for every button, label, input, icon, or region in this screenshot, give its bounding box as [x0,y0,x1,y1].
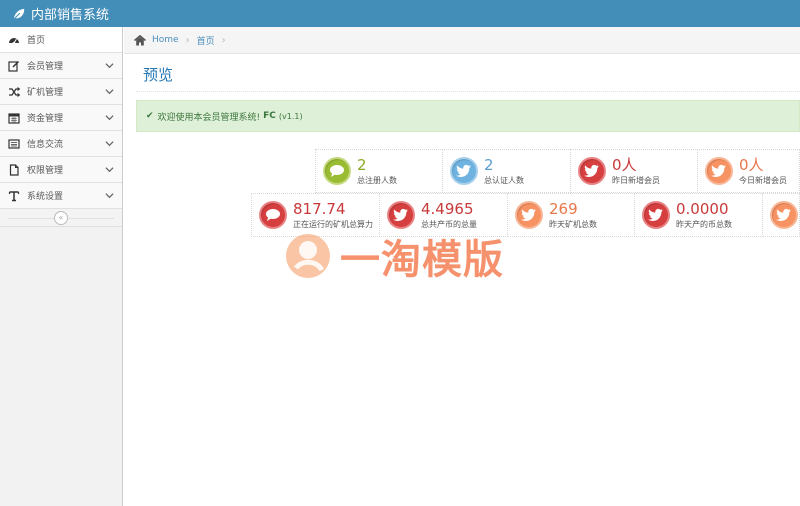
twitter-icon [387,201,415,229]
stat-value: 0人 [739,155,764,174]
chevron-down-icon [105,63,114,69]
list-icon [8,138,20,150]
sidebar-item-settings[interactable]: 系统设置 [0,183,122,209]
sidebar-item-messages[interactable]: 信息交流 [0,131,122,157]
file-icon [8,163,20,176]
comments-icon [259,201,287,229]
twitter-icon [450,157,478,185]
stat-value: 817.74 [293,199,346,218]
check-icon: ✔ [146,111,154,121]
comments-icon [323,157,351,185]
sidebar-item-label: 会员管理 [27,62,64,72]
stat-caption: 昨天矿机总数 [549,219,597,229]
app-title: 内部销售系统 [31,8,110,23]
stat-box: 0.0000 昨天产的币总数 [634,193,763,237]
stat-value: 269 [549,199,578,218]
sidebar-item-label: 系统设置 [27,192,64,202]
sidebar-item-miners[interactable]: 矿机管理 [0,79,122,105]
twitter-icon [578,157,606,185]
twitter-icon [705,157,733,185]
stat-value: 4.4965 [421,199,474,218]
top-navbar: 内部销售系统 [0,0,800,27]
sidebar-item-members[interactable]: 会员管理 [0,53,122,79]
watermark-text: 一淘模版 [340,237,504,283]
chevron-right-icon: › [185,34,190,46]
stat-caption: 总注册人数 [357,175,397,185]
sidebar-item-label: 信息交流 [27,140,64,150]
text-icon [8,190,20,202]
sidebar-collapse-bar: « [0,209,122,227]
twitter-icon [515,201,543,229]
sidebar-item-home[interactable]: 首页 [0,27,122,53]
breadcrumb: Home › 首页 › [124,27,800,54]
stat-value: 2 [357,155,367,174]
stat-caption: 昨日新增会员 [612,175,660,185]
welcome-alert: ✔ 欢迎使用本会员管理系统! FC (v1.1) [136,100,800,132]
stat-value: 2 [484,155,494,174]
stat-caption: 总认证人数 [484,175,524,185]
twitter-icon [770,201,798,229]
calendar-icon [8,112,20,124]
stat-box: 0人 今日新增会员 [697,149,800,193]
chevron-down-icon [105,89,114,95]
leaf-icon [13,8,25,20]
chevron-down-icon [105,193,114,199]
twitter-icon [642,201,670,229]
chevron-down-icon [105,167,114,173]
collapse-icon[interactable]: « [54,210,68,225]
shuffle-icon [8,86,20,98]
sidebar-item-label: 权限管理 [27,166,64,176]
sidebar-item-label: 资金管理 [27,114,64,124]
stat-box: 0人 昨日新增会员 [570,149,698,193]
watermark-logo-icon [286,234,330,278]
alert-version: (v1.1) [278,111,303,121]
stat-box: 2 总注册人数 [315,149,443,193]
sidebar-item-funds[interactable]: 资金管理 [0,105,122,131]
stat-caption: 今日新增会员 [739,175,787,185]
edit-icon [8,60,20,72]
dashboard-icon [8,34,20,46]
chevron-down-icon [105,141,114,147]
page-header: 预览 [136,58,800,92]
home-icon [134,34,146,45]
breadcrumb-current[interactable]: 首页 [197,34,215,47]
page-title: 预览 [143,66,174,84]
sidebar: 首页 会员管理 矿机管理 资金管理 信息交流 权限管理 系统设置 « [0,27,123,506]
stat-caption: 昨天产的币总数 [676,219,732,229]
stat-box: 2 总认证人数 [442,149,571,193]
stat-box [762,193,800,237]
watermark: 一淘模版 [282,230,532,283]
alert-brand: FC [263,111,276,121]
chevron-right-icon: › [221,34,226,46]
sidebar-item-label: 矿机管理 [27,88,64,98]
sidebar-item-permissions[interactable]: 权限管理 [0,157,122,183]
alert-text: 欢迎使用本会员管理系统! [157,112,261,123]
chevron-down-icon [105,115,114,121]
brand[interactable]: 内部销售系统 [12,4,109,23]
breadcrumb-home-link[interactable]: Home [152,35,179,45]
stat-value: 0人 [612,155,637,174]
sidebar-item-label: 首页 [27,36,46,46]
stat-value: 0.0000 [676,199,729,218]
